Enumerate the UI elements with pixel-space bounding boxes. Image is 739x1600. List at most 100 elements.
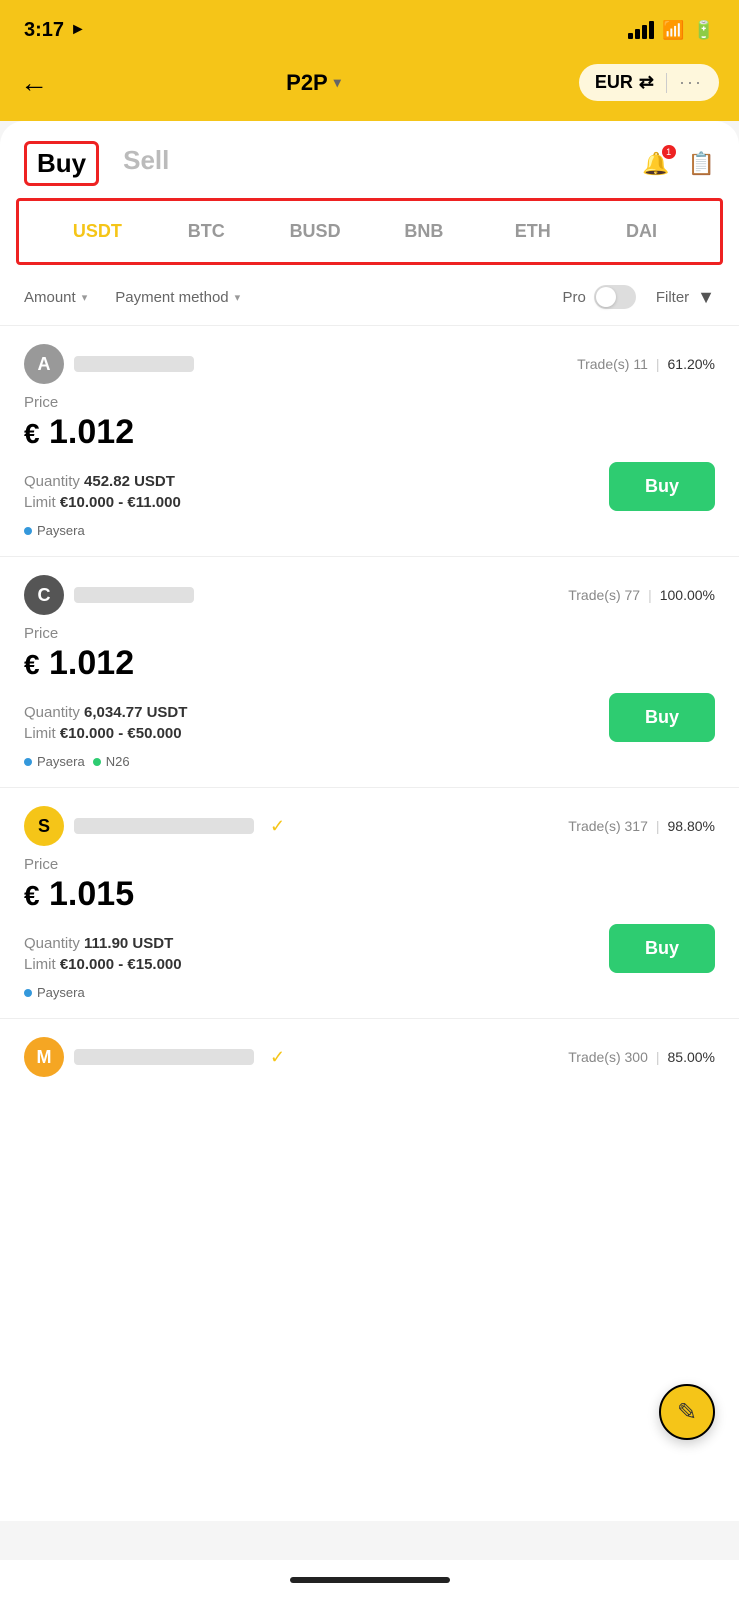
header-title: P2P ▾: [286, 70, 341, 96]
header-divider: [666, 73, 667, 93]
listing-3-percent: 98.80%: [668, 818, 715, 834]
paysera-dot-2: [24, 758, 32, 766]
listing-3-quantity: Quantity 111.90 USDT: [24, 935, 182, 952]
listing-2-tag-n26: N26: [93, 754, 130, 769]
listing-2-price-label: Price: [24, 625, 715, 642]
battery-icon: 🔋: [693, 20, 715, 41]
listing-1-tag-paysera: Paysera: [24, 523, 85, 538]
crypto-tab-usdt[interactable]: USDT: [43, 215, 152, 248]
listing-1-payment-tags: Paysera: [24, 523, 715, 556]
listing-3-price-label: Price: [24, 856, 715, 873]
n26-label: N26: [106, 754, 130, 769]
seller-2-name: [74, 587, 194, 603]
tab-sell[interactable]: Sell: [123, 145, 169, 182]
orders-icon: 📋: [688, 151, 715, 176]
listing-1-quantity: Quantity 452.82 USDT: [24, 473, 181, 490]
currency-selector[interactable]: EUR ⇄: [595, 72, 654, 93]
status-icons: 📶 🔋: [628, 20, 715, 41]
listing-1-limit: Limit €10.000 - €11.000: [24, 494, 181, 511]
pro-toggle-thumb: [596, 287, 616, 307]
listing-3-payment-tags: Paysera: [24, 985, 715, 1018]
listing-3-tag-paysera: Paysera: [24, 985, 85, 1000]
listing-1-header: A Trade(s) 11 | 61.20%: [24, 344, 715, 384]
seller-1-info: A: [24, 344, 194, 384]
payment-method-filter[interactable]: Payment method ▾: [115, 289, 240, 306]
header-right[interactable]: EUR ⇄ ···: [579, 64, 719, 101]
signal-bars-icon: [628, 21, 654, 39]
listing-1-qty-row: Quantity 452.82 USDT Limit €10.000 - €11…: [24, 462, 715, 511]
listing-4-stats: Trade(s) 300 | 85.00%: [568, 1049, 715, 1065]
listing-3-buy-button[interactable]: Buy: [609, 924, 715, 973]
listing-3-stats: Trade(s) 317 | 98.80%: [568, 818, 715, 834]
header: ← P2P ▾ EUR ⇄ ···: [0, 56, 739, 121]
back-button[interactable]: ←: [20, 67, 48, 99]
pro-toggle[interactable]: Pro: [562, 285, 635, 309]
verified-icon-4: ✓: [270, 1047, 285, 1068]
amount-filter[interactable]: Amount ▾: [24, 289, 87, 306]
p2p-title: P2P: [286, 70, 328, 96]
title-chevron-icon[interactable]: ▾: [334, 74, 341, 91]
exchange-icon: ⇄: [639, 72, 654, 93]
listing-1: A Trade(s) 11 | 61.20% Price € 1.012 Qua…: [0, 326, 739, 557]
filter-label: Filter: [656, 289, 689, 306]
listing-1-price: € 1.012: [24, 413, 715, 452]
listing-2-percent: 100.00%: [660, 587, 715, 603]
status-bar: 3:17 ► 📶 🔋: [0, 0, 739, 56]
listing-3-price: € 1.015: [24, 875, 715, 914]
listing-3-qty-info: Quantity 111.90 USDT Limit €10.000 - €15…: [24, 935, 182, 973]
listing-2-stats: Trade(s) 77 | 100.00%: [568, 587, 715, 603]
crypto-tab-dai[interactable]: DAI: [587, 215, 696, 248]
pro-label: Pro: [562, 289, 585, 306]
paysera-dot: [24, 527, 32, 535]
home-indicator: [290, 1577, 450, 1583]
listing-3-limit: Limit €10.000 - €15.000: [24, 956, 182, 973]
listing-2-header: C Trade(s) 77 | 100.00%: [24, 575, 715, 615]
location-icon: ►: [70, 21, 86, 39]
listing-1-trades: Trade(s) 11: [577, 356, 648, 372]
wifi-icon: 📶: [662, 20, 684, 41]
seller-4-info: M ✓: [24, 1037, 285, 1077]
listing-2-tag-paysera: Paysera: [24, 754, 85, 769]
listing-2-buy-button[interactable]: Buy: [609, 693, 715, 742]
filter-button[interactable]: Filter ▼: [656, 287, 715, 308]
notification-button[interactable]: 🔔 1: [642, 151, 669, 177]
notification-badge: 1: [662, 145, 676, 159]
payment-method-chevron-icon: ▾: [235, 291, 241, 304]
more-button[interactable]: ···: [679, 72, 703, 93]
seller-4-name: [74, 1049, 254, 1065]
seller-4-avatar: M: [24, 1037, 64, 1077]
listing-3: S ✓ Trade(s) 317 | 98.80% Price € 1.015 …: [0, 788, 739, 1019]
filter-funnel-icon: ▼: [697, 287, 715, 308]
listing-3-header: S ✓ Trade(s) 317 | 98.80%: [24, 806, 715, 846]
seller-3-name: [74, 818, 254, 834]
listing-2-payment-tags: Paysera N26: [24, 754, 715, 787]
fab-icon: ✎: [677, 1398, 697, 1427]
listing-1-percent: 61.20%: [668, 356, 715, 372]
orders-button[interactable]: 📋: [688, 151, 715, 177]
paysera-dot-3: [24, 989, 32, 997]
pro-toggle-track[interactable]: [594, 285, 636, 309]
status-time: 3:17 ►: [24, 19, 86, 42]
listing-2: C Trade(s) 77 | 100.00% Price € 1.012 Qu…: [0, 557, 739, 788]
listing-2-price: € 1.012: [24, 644, 715, 683]
crypto-tab-bnb[interactable]: BNB: [369, 215, 478, 248]
listing-1-buy-button[interactable]: Buy: [609, 462, 715, 511]
listing-2-quantity: Quantity 6,034.77 USDT: [24, 704, 187, 721]
crypto-tabs: USDT BTC BUSD BNB ETH DAI: [16, 198, 723, 265]
crypto-tab-btc[interactable]: BTC: [152, 215, 261, 248]
listing-4-partial: M ✓ Trade(s) 300 | 85.00%: [0, 1019, 739, 1077]
paysera-label-2: Paysera: [37, 754, 85, 769]
tab-buy[interactable]: Buy: [24, 141, 99, 186]
listing-3-trades: Trade(s) 317: [568, 818, 648, 834]
crypto-tab-eth[interactable]: ETH: [478, 215, 587, 248]
tabs-left: Buy Sell: [24, 141, 169, 186]
listing-4-header: M ✓ Trade(s) 300 | 85.00%: [24, 1037, 715, 1077]
listing-4-trades: Trade(s) 300: [568, 1049, 648, 1065]
fab-button[interactable]: ✎: [659, 1384, 715, 1440]
bottom-bar: [0, 1560, 739, 1600]
seller-1-avatar: A: [24, 344, 64, 384]
verified-icon-3: ✓: [270, 816, 285, 837]
crypto-tab-busd[interactable]: BUSD: [261, 215, 370, 248]
seller-2-info: C: [24, 575, 194, 615]
seller-2-avatar: C: [24, 575, 64, 615]
